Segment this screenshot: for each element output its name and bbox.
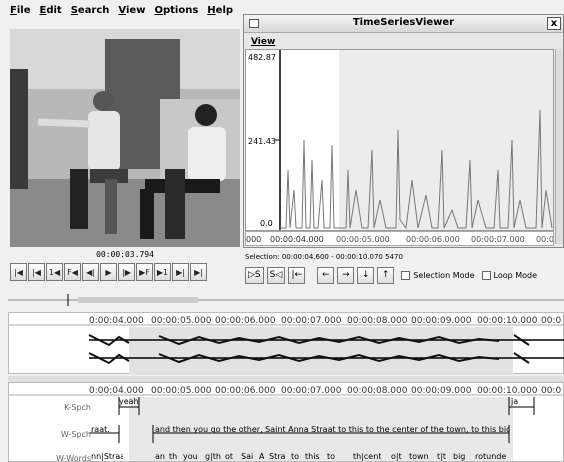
next-frame-button[interactable]: ▶F [136,263,153,281]
tier-ruler-tick: 00:00:09.000 [411,386,472,396]
annotation-w-words[interactable]: t|t [437,452,446,461]
annotation-w-words[interactable]: o|t [391,452,402,461]
wave-ruler-tick: 00:00:09.000 [411,316,472,326]
previous-scrollview-button[interactable]: |◀ [28,263,45,281]
ts-vertical-scrollbar[interactable] [555,49,563,244]
close-icon[interactable]: x [547,17,561,30]
previous-second-button[interactable]: 1◀ [46,263,63,281]
wave-ruler-tick: 00:00:08.000 [347,316,408,326]
next-pixel-button[interactable]: |▶ [118,263,135,281]
annotation-w-words[interactable]: town [409,452,429,461]
ts-x-tick: 000 [246,235,261,244]
annotation-w-words[interactable]: th [169,452,177,461]
tier-ruler-tick: 00:0 [541,386,561,396]
ts-time-ruler: 000 00:00:04.000 00:00:05.000 00:00:06.0… [245,231,559,246]
media-time-label: 00:00:03.794 [96,250,154,259]
left-arrow-button[interactable]: ← [317,266,335,284]
tier-label-w-words[interactable]: W-Words [9,454,91,461]
ts-view-menu[interactable]: View [251,37,275,47]
wave-ruler-tick: 0:00:04.000 [89,316,144,326]
annotation-w-words[interactable]: this [305,452,320,461]
play-selection-button[interactable]: ▷S [245,266,264,284]
right-arrow-button[interactable]: → [337,266,355,284]
ts-x-tick: 00:00 [536,235,553,244]
ts-titlebar[interactable]: TimeSeriesViewer x [244,15,563,33]
checkbox-box[interactable] [481,270,491,280]
annotation-tier-viewer[interactable]: 0:00:04.000 00:00:05.000 00:00:06.000 00… [8,382,564,462]
go-to-begin-button[interactable]: |◀ [10,263,27,281]
ts-x-tick: 00:00:06.000 [406,235,460,244]
ts-window-title: TimeSeriesViewer [352,17,455,28]
previous-pixel-button[interactable]: ◀| [82,263,99,281]
next-second-button[interactable]: ▶1 [154,263,171,281]
wave-ruler-tick: 00:00:10.000 [477,316,538,326]
video-viewer[interactable] [10,29,240,247]
ts-x-tick: 00:00:05.000 [336,235,390,244]
timeseries-viewer-window: TimeSeriesViewer x View 482.87 241.43 0.… [243,14,564,248]
wave-ruler-tick: 00:0 [541,316,561,326]
menu-search[interactable]: Search [71,5,110,16]
annotation-w-words[interactable]: Stra [269,452,285,461]
selection-mode-label: Selection Mode [413,270,475,280]
annotation-w-words[interactable]: you [183,452,198,461]
annotation-k-spch[interactable]: yeah [119,397,139,406]
wave-ruler-tick: 00:00:06.000 [215,316,276,326]
timeline-overview[interactable] [8,294,564,306]
tier-label-w-spch[interactable]: W-Spch [9,430,91,439]
annotation-w-words[interactable]: nn|Straa [91,452,123,461]
loop-mode-label: Loop Mode [493,270,538,280]
annotation-w-words[interactable]: A [259,452,264,461]
menu-edit[interactable]: Edit [39,5,61,16]
annotation-w-spch[interactable]: and then you go the other, Saint Anna St… [155,425,509,434]
down-arrow-button[interactable]: ↓ [357,266,375,284]
annotation-w-words[interactable]: th|cent [353,452,381,461]
selection-controls: ▷S S◁ |← ← → ↓ ↑ Selection Mode Loop Mod… [245,266,537,284]
wave-ruler-tick: 00:00:05.000 [151,316,212,326]
menu-help[interactable]: Help [207,5,233,16]
annotation-w-words[interactable]: g|th [205,452,221,461]
play-button[interactable]: ▶ [100,263,117,281]
tier-label-k-spch[interactable]: K-Spch [9,403,91,412]
annotation-w-words[interactable]: an [155,452,165,461]
menu-view[interactable]: View [118,5,145,16]
go-to-end-button[interactable]: ▶| [190,263,207,281]
menu-file[interactable]: File [10,5,30,16]
annotation-w-words[interactable]: Sai [241,452,253,461]
selection-mode-checkbox[interactable]: Selection Mode [401,270,475,280]
menu-options[interactable]: Options [154,5,198,16]
up-arrow-button[interactable]: ↑ [377,266,395,284]
annotation-w-words[interactable]: to [327,452,335,461]
clear-selection-button[interactable]: S◁ [266,266,286,284]
tier-ruler-tick: 00:00:05.000 [151,386,212,396]
ts-x-tick: 00:00:04.000 [270,235,324,244]
tier-ruler-tick: 00:00:06.000 [215,386,276,396]
annotation-w-words[interactable]: rotunde [475,452,506,461]
timeseries-plot[interactable]: 482.87 241.43 0.0 [245,49,554,231]
tier-ruler-tick: 00:00:08.000 [347,386,408,396]
video-frame-image [10,29,240,247]
player-controls: |◀ |◀ 1◀ F◀ ◀| ▶ |▶ ▶F ▶1 ▶| ▶| [10,263,240,283]
annotation-w-spch[interactable]: raat. [91,425,119,434]
ts-x-tick: 00:00:07.000 [471,235,525,244]
annotation-k-spch[interactable]: ja [511,397,518,406]
main-menu-bar: File Edit Search View Options Help [0,0,245,20]
selection-begin-button[interactable]: |← [288,266,306,284]
annotation-w-words[interactable]: ot [225,452,233,461]
waveform-viewer[interactable]: 0:00:04.000 00:00:05.000 00:00:06.000 00… [8,312,564,375]
tier-ruler-tick: 00:00:07.000 [281,386,342,396]
checkbox-box[interactable] [401,270,411,280]
next-scrollview-button[interactable]: ▶| [172,263,189,281]
selection-label: Selection: 00:00:04.600 - 00:00:10.070 5… [245,253,403,261]
y-tick-top: 482.87 [248,53,276,62]
loop-mode-checkbox[interactable]: Loop Mode [481,270,538,280]
y-tick-mid: 241.43 [248,137,276,146]
annotation-w-words[interactable]: to [291,452,299,461]
tier-ruler-tick: 0:00:04.000 [89,386,144,396]
y-tick-bottom: 0.0 [260,219,273,228]
previous-frame-button[interactable]: F◀ [64,263,81,281]
annotation-w-words[interactable]: big [453,452,465,461]
tier-ruler-tick: 00:00:10.000 [477,386,538,396]
wave-ruler-tick: 00:00:07.000 [281,316,342,326]
